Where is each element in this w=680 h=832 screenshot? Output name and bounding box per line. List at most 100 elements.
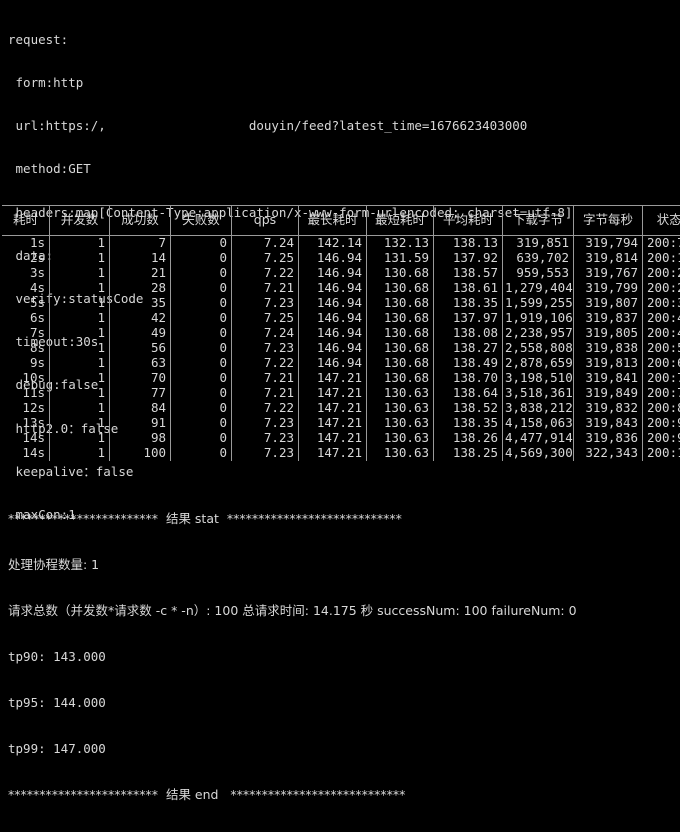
total-request-line: 请求总数（并发数*请求数 -c * -n）: 100 总请求时间: 14.175… [8,602,577,619]
cell-bytes: 2,558,808 [503,341,574,356]
cell-max-time: 147.21 [299,401,367,416]
request-header: request: [8,33,572,47]
cell-failure: 0 [171,326,232,341]
cell-status-code: 200:63 [643,356,680,371]
col-header-qps: qps [232,206,299,236]
cell-status-code: 200:84 [643,401,680,416]
table-row: 7s14907.24146.94130.68138.082,238,957319… [2,326,680,341]
cell-status-code: 200:14 [643,251,680,266]
terminal-window: request: form:http url:https:/, douyin/f… [0,0,680,600]
cell-elapsed: 4s [2,281,50,296]
cell-qps: 7.21 [232,386,299,401]
cell-concurrency: 1 [50,341,110,356]
cell-concurrency: 1 [50,281,110,296]
table-row: 14s110007.23147.21130.63138.254,569,3003… [2,446,680,461]
col-header-max-time: 最长耗时 [299,206,367,236]
cell-min-time: 130.68 [367,356,434,371]
table-row: 12s18407.22147.21130.63138.523,838,21231… [2,401,680,416]
tp99-value: tp99: 147.000 [8,740,577,757]
cell-elapsed: 3s [2,266,50,281]
cell-bytes-sec: 319,767 [574,266,643,281]
cell-qps: 7.23 [232,296,299,311]
cell-bytes: 3,838,212 [503,401,574,416]
end-banner: ************************ 结果 end ********… [8,786,577,803]
cell-bytes-sec: 319,838 [574,341,643,356]
cell-avg-time: 138.35 [434,296,503,311]
cell-failure: 0 [171,341,232,356]
cell-status-code: 200:100 [643,446,680,461]
cell-bytes: 1,279,404 [503,281,574,296]
cell-bytes: 639,702 [503,251,574,266]
cell-max-time: 146.94 [299,266,367,281]
cell-qps: 7.23 [232,446,299,461]
cell-max-time: 146.94 [299,341,367,356]
cell-avg-time: 138.52 [434,401,503,416]
stat-banner: ************************ 结果 stat *******… [8,510,577,527]
col-header-bytes-sec: 字节每秒 [574,206,643,236]
col-header-elapsed: 耗时 [2,206,50,236]
cell-success: 28 [110,281,171,296]
cell-bytes: 4,158,063 [503,416,574,431]
cell-qps: 7.22 [232,356,299,371]
cell-failure: 0 [171,266,232,281]
cell-bytes-sec: 319,841 [574,371,643,386]
cell-success: 91 [110,416,171,431]
cell-qps: 7.22 [232,401,299,416]
cell-avg-time: 138.13 [434,236,503,252]
table-row: 6s14207.25146.94130.68137.971,919,106319… [2,311,680,326]
cell-success: 70 [110,371,171,386]
tp90-value: tp90: 143.000 [8,648,577,665]
cell-avg-time: 138.35 [434,416,503,431]
cell-failure: 0 [171,386,232,401]
cell-min-time: 130.68 [367,341,434,356]
cell-bytes-sec: 319,814 [574,251,643,266]
col-header-avg-time: 平均耗时 [434,206,503,236]
cell-qps: 7.22 [232,266,299,281]
cell-min-time: 130.63 [367,386,434,401]
request-line-method: method:GET [8,162,572,176]
stats-table-body: 1s1707.24142.14132.13138.13319,851319,79… [2,236,680,462]
cell-avg-time: 137.92 [434,251,503,266]
cell-concurrency: 1 [50,416,110,431]
table-row: 3s12107.22146.94130.68138.57959,553319,7… [2,266,680,281]
cell-min-time: 130.68 [367,326,434,341]
col-header-concurrency: 并发数 [50,206,110,236]
cell-bytes: 4,569,300 [503,446,574,461]
cell-min-time: 130.68 [367,296,434,311]
cell-bytes: 2,878,659 [503,356,574,371]
cell-success: 7 [110,236,171,252]
cell-bytes: 2,238,957 [503,326,574,341]
cell-bytes-sec: 319,799 [574,281,643,296]
cell-status-code: 200:56 [643,341,680,356]
table-row: 1s1707.24142.14132.13138.13319,851319,79… [2,236,680,252]
stats-table: 耗时 并发数 成功数 失败数 qps 最长耗时 最短耗时 平均耗时 下载字节 字… [2,205,680,461]
goroutine-count: 处理协程数量: 1 [8,556,577,573]
cell-failure: 0 [171,311,232,326]
cell-qps: 7.21 [232,281,299,296]
cell-min-time: 130.63 [367,401,434,416]
cell-min-time: 132.13 [367,236,434,252]
cell-max-time: 147.21 [299,446,367,461]
cell-concurrency: 1 [50,266,110,281]
cell-concurrency: 1 [50,311,110,326]
cell-qps: 7.23 [232,431,299,446]
cell-status-code: 200:35 [643,296,680,311]
cell-status-code: 200:42 [643,311,680,326]
stats-header-row: 耗时 并发数 成功数 失败数 qps 最长耗时 最短耗时 平均耗时 下载字节 字… [2,206,680,236]
cell-elapsed: 8s [2,341,50,356]
cell-bytes: 1,919,106 [503,311,574,326]
cell-min-time: 130.68 [367,311,434,326]
cell-elapsed: 7s [2,326,50,341]
cell-bytes: 1,599,255 [503,296,574,311]
cell-avg-time: 138.27 [434,341,503,356]
cell-max-time: 146.94 [299,296,367,311]
cell-bytes-sec: 319,849 [574,386,643,401]
cell-min-time: 130.68 [367,371,434,386]
cell-bytes-sec: 319,807 [574,296,643,311]
cell-failure: 0 [171,431,232,446]
cell-avg-time: 138.70 [434,371,503,386]
cell-concurrency: 1 [50,401,110,416]
cell-elapsed: 14s [2,446,50,461]
cell-avg-time: 138.08 [434,326,503,341]
cell-failure: 0 [171,251,232,266]
